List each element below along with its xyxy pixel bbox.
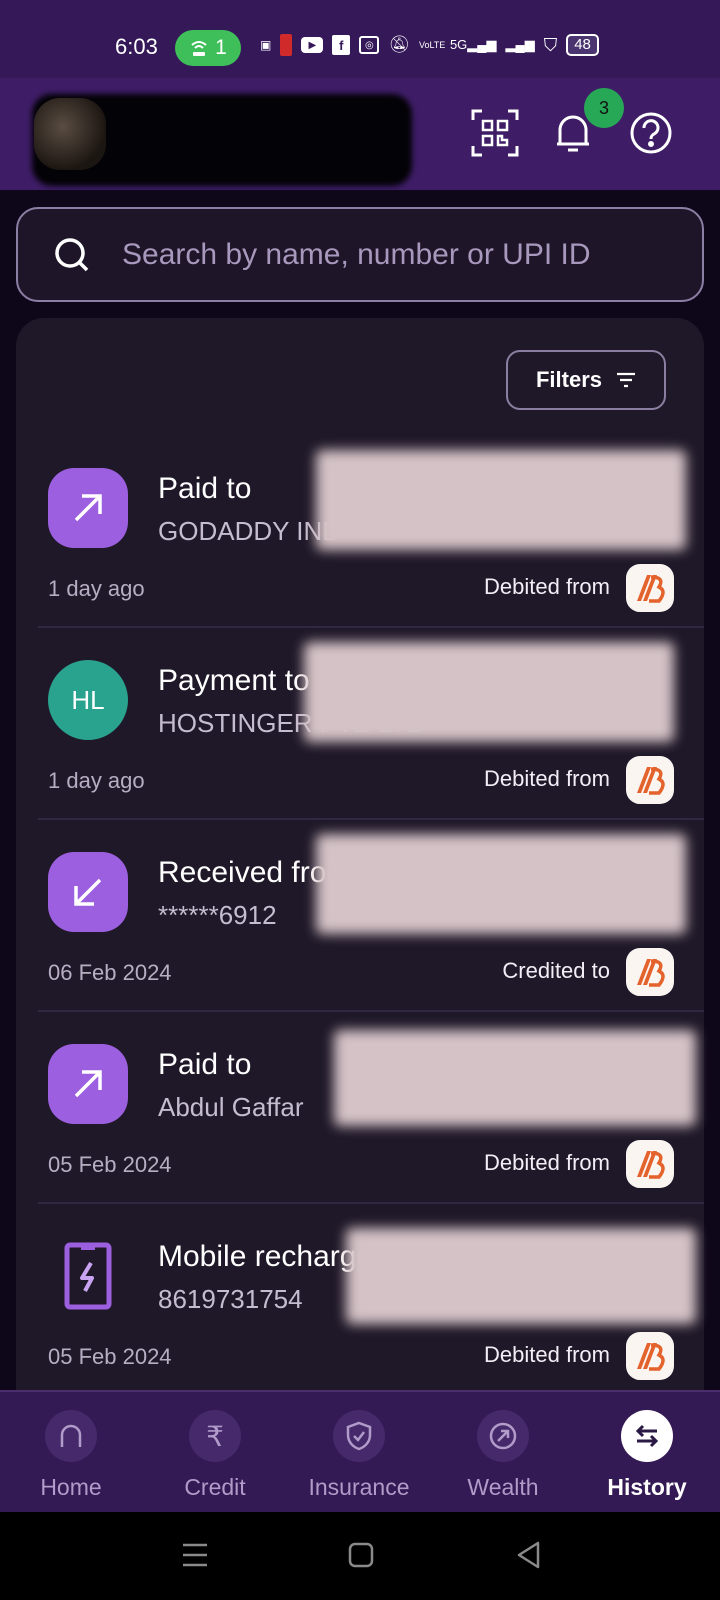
transaction-date: 1 day ago xyxy=(48,768,145,793)
status-bar: 6:03 1 ▣ ▶ f ◎ 🔕︎ VoLTE 5G▂▄▆ ▂▄▆ ⛉ 48 xyxy=(0,0,720,78)
nav-label: Insurance xyxy=(308,1474,410,1500)
nav-credit[interactable]: ₹ Credit xyxy=(145,1410,285,1501)
hotspot-indicator: 1 xyxy=(175,30,241,66)
help-icon xyxy=(630,112,672,154)
signal-icon: ▂▄▆ xyxy=(505,37,535,52)
bottom-navigation: Home ₹ Credit Insurance Wealth History xyxy=(0,1390,720,1512)
bank-of-baroda-logo xyxy=(626,756,674,804)
recents-button[interactable] xyxy=(180,1540,210,1570)
bank-of-baroda-logo xyxy=(626,1332,674,1380)
nav-wealth[interactable]: Wealth xyxy=(433,1410,573,1501)
transaction-date: 05 Feb 2024 xyxy=(48,1344,172,1369)
bank-label: Debited from xyxy=(484,574,610,599)
transaction-subtitle: GODADDY IND xyxy=(158,516,341,546)
transaction-date: 05 Feb 2024 xyxy=(48,1152,172,1177)
facebook-shop-icon: f xyxy=(332,35,351,55)
nav-label: Credit xyxy=(184,1474,246,1500)
transactions-card: Filters Paid to GODADDY IND 1 day ago De… xyxy=(16,318,704,1398)
initials-avatar: HL xyxy=(48,660,128,740)
hotspot-count: 1 xyxy=(215,36,227,59)
shield-check-icon xyxy=(333,1410,385,1462)
mute-icon: 🔕︎ xyxy=(388,35,410,54)
nav-home[interactable]: Home xyxy=(1,1410,141,1501)
bank-of-baroda-logo xyxy=(626,564,674,612)
bank-of-baroda-logo xyxy=(626,1140,674,1188)
app-header: 3 xyxy=(0,78,720,190)
arrow-down-left-icon xyxy=(48,852,128,932)
transaction-subtitle: ******6912 xyxy=(158,900,277,930)
profile-avatar[interactable] xyxy=(34,98,106,170)
search-bar[interactable] xyxy=(16,207,704,302)
nav-insurance[interactable]: Insurance xyxy=(289,1410,429,1501)
wealth-arrow-icon xyxy=(477,1410,529,1462)
app-notification-icon xyxy=(280,34,293,56)
redacted-amount xyxy=(346,1228,696,1324)
transaction-date: 06 Feb 2024 xyxy=(48,960,172,985)
notification-badge: 3 xyxy=(584,88,624,128)
transaction-title: Payment to xyxy=(158,664,310,697)
transaction-item[interactable]: Paid to Abdul Gaffar 05 Feb 2024 Debited… xyxy=(16,1012,704,1204)
search-input[interactable] xyxy=(122,237,682,272)
nav-label: Wealth xyxy=(467,1474,539,1500)
home-system-button[interactable] xyxy=(346,1540,376,1570)
rupee-icon: ₹ xyxy=(189,1410,241,1462)
back-triangle-icon xyxy=(517,1541,540,1569)
filters-label: Filters xyxy=(535,367,603,392)
square-icon xyxy=(348,1542,374,1568)
back-button[interactable] xyxy=(514,1540,544,1570)
home-icon xyxy=(45,1410,97,1462)
transaction-item[interactable]: Paid to GODADDY IND 1 day ago Debited fr… xyxy=(16,436,704,628)
qr-scan-icon xyxy=(471,109,519,157)
mobile-recharge-icon xyxy=(48,1236,128,1316)
search-icon xyxy=(55,237,89,271)
filter-icon xyxy=(617,372,636,388)
arrow-up-right-icon xyxy=(48,468,128,548)
nav-history[interactable]: History xyxy=(577,1410,717,1501)
arrow-up-right-icon xyxy=(48,1044,128,1124)
transaction-item[interactable]: Received from ******6912 06 Feb 2024 Cre… xyxy=(16,820,704,1012)
transaction-date: 1 day ago xyxy=(48,576,145,601)
help-button[interactable] xyxy=(624,106,678,160)
qr-scan-button[interactable] xyxy=(468,106,522,160)
status-icons: ▣ ▶ f ◎ 🔕︎ VoLTE 5G▂▄▆ ▂▄▆ ⛉ 48 xyxy=(260,34,599,56)
transaction-item[interactable]: HL Payment to HOSTINGER PTE LTD 1 day ag… xyxy=(16,628,704,820)
transaction-subtitle: 8619731754 xyxy=(158,1284,303,1314)
notification-app-icon: ▣ xyxy=(260,38,272,52)
battery-indicator: 48 xyxy=(566,34,599,56)
nav-label: History xyxy=(607,1474,687,1500)
system-navigation-bar xyxy=(0,1512,720,1600)
youtube-icon: ▶ xyxy=(301,37,324,53)
menu-icon xyxy=(183,1543,207,1567)
bank-label: Debited from xyxy=(484,766,610,791)
security-shield-icon: ⛉ xyxy=(543,34,558,55)
volte-icon: VoLTE xyxy=(418,39,446,50)
bank-label: Debited from xyxy=(484,1342,610,1367)
redacted-amount xyxy=(304,642,674,742)
transaction-title: Paid to xyxy=(158,472,252,505)
bank-of-baroda-logo xyxy=(626,948,674,996)
instagram-icon: ◎ xyxy=(359,36,380,54)
bank-label: Credited to xyxy=(502,958,610,983)
nav-label: Home xyxy=(40,1474,102,1500)
swap-arrows-icon xyxy=(621,1410,673,1462)
hotspot-icon xyxy=(191,41,207,56)
transaction-title: Paid to xyxy=(158,1048,252,1081)
status-time: 6:03 xyxy=(115,34,158,59)
redacted-amount xyxy=(316,834,686,934)
redacted-amount xyxy=(334,1030,696,1126)
transaction-item[interactable]: Mobile recharged 8619731754 05 Feb 2024 … xyxy=(16,1204,704,1396)
transaction-subtitle: Abdul Gaffar xyxy=(158,1092,304,1122)
filters-button[interactable]: Filters xyxy=(506,350,666,410)
bank-label: Debited from xyxy=(484,1150,610,1175)
redacted-amount xyxy=(316,450,686,550)
signal-5g-icon: 5G▂▄▆ xyxy=(449,37,497,52)
